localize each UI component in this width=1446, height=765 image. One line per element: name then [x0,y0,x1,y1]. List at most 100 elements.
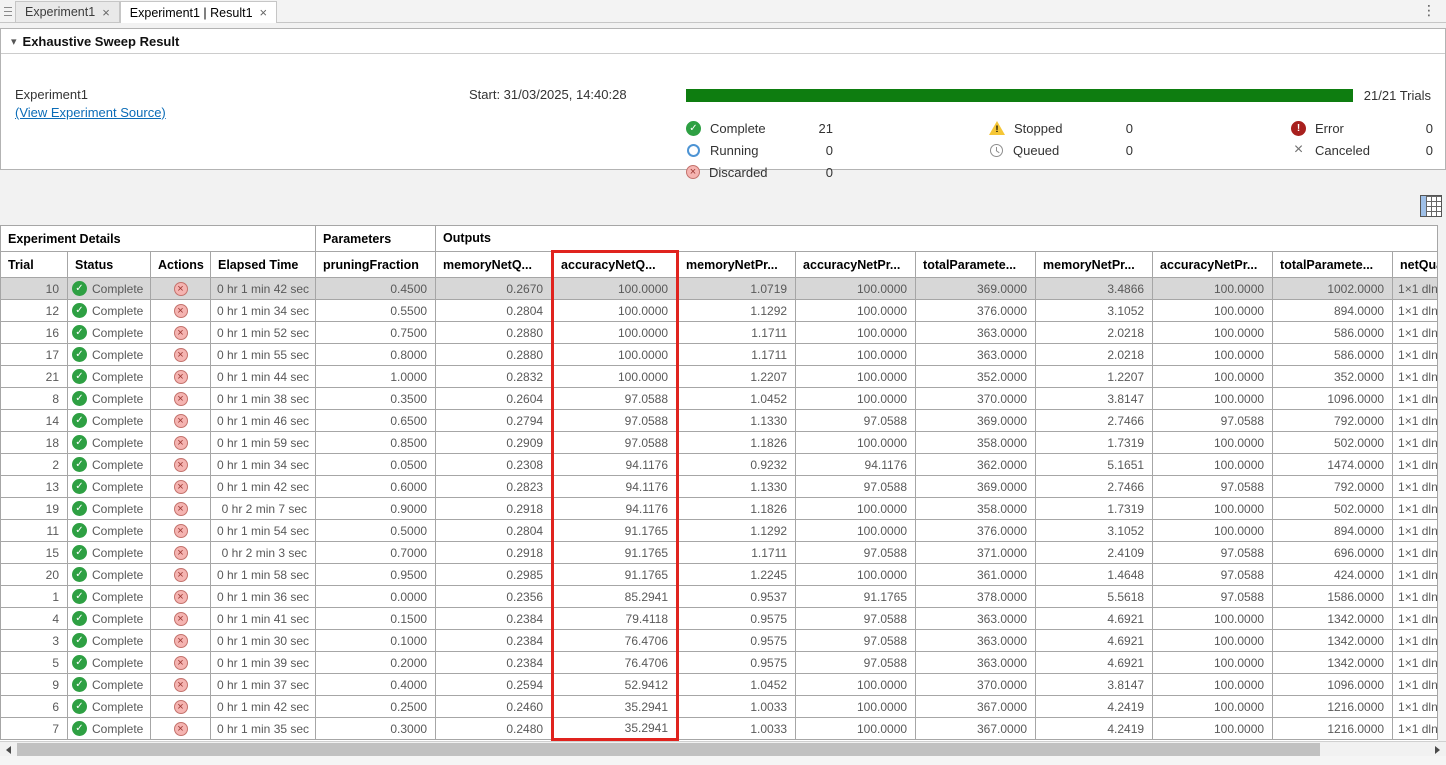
table-row-trial-5[interactable]: 5✓Complete×0 hr 1 min 39 sec0.20000.2384… [1,652,1438,674]
table-row-trial-13[interactable]: 13✓Complete×0 hr 1 min 42 sec0.60000.282… [1,476,1438,498]
complete-icon: ✓ [72,589,87,604]
tab-close-icon[interactable]: × [102,6,110,19]
cell-status: ✓Complete [68,674,151,696]
discard-icon[interactable]: × [174,678,188,692]
table-row-trial-11[interactable]: 11✓Complete×0 hr 1 min 54 sec0.50000.280… [1,520,1438,542]
table-row-trial-19[interactable]: 19✓Complete×0 hr 2 min 7 sec0.90000.2918… [1,498,1438,520]
view-experiment-source-link[interactable]: (View Experiment Source) [15,105,166,120]
cell-totalparamete: 352.0000 [1273,366,1393,388]
cell-actions: × [151,476,211,498]
discard-icon[interactable]: × [686,165,700,179]
discard-icon[interactable]: × [174,370,188,384]
scroll-left-arrow-icon[interactable] [0,742,16,757]
table-row-trial-9[interactable]: 9✓Complete×0 hr 1 min 37 sec0.40000.2594… [1,674,1438,696]
table-row-trial-15[interactable]: 15✓Complete×0 hr 2 min 3 sec0.70000.2918… [1,542,1438,564]
column-header-netquant[interactable]: netQuant... [1393,252,1438,278]
column-header-accuracynetpr[interactable]: accuracyNetPr... [796,252,916,278]
table-row-trial-1[interactable]: 1✓Complete×0 hr 1 min 36 sec0.00000.2356… [1,586,1438,608]
column-header-pruningfraction[interactable]: pruningFraction [316,252,436,278]
column-header-totalparamete[interactable]: totalParamete... [916,252,1036,278]
discard-icon[interactable]: × [174,546,188,560]
cell-accuracynetq: 35.2941 [553,696,678,718]
discard-icon[interactable]: × [174,348,188,362]
table-row-trial-18[interactable]: 18✓Complete×0 hr 1 min 59 sec0.85000.290… [1,432,1438,454]
cell-accuracynetq: 91.1765 [553,564,678,586]
status-count: 0 [1395,121,1433,136]
table-row-trial-6[interactable]: 6✓Complete×0 hr 1 min 42 sec0.25000.2460… [1,696,1438,718]
cell-pruningfraction: 0.0000 [316,586,436,608]
table-row-trial-21[interactable]: 21✓Complete×0 hr 1 min 44 sec1.00000.283… [1,366,1438,388]
cell-actions: × [151,432,211,454]
table-row-trial-17[interactable]: 17✓Complete×0 hr 1 min 55 sec0.80000.288… [1,344,1438,366]
cell-status: ✓Complete [68,432,151,454]
column-header-trial[interactable]: Trial [1,252,68,278]
column-header-totalparamete[interactable]: totalParamete... [1273,252,1393,278]
table-row-trial-14[interactable]: 14✓Complete×0 hr 1 min 46 sec0.65000.279… [1,410,1438,432]
discard-icon[interactable]: × [174,634,188,648]
cell-totalparamete: 369.0000 [916,410,1036,432]
scroll-right-arrow-icon[interactable] [1429,742,1445,757]
discard-icon[interactable]: × [174,656,188,670]
discard-icon[interactable]: × [174,326,188,340]
discard-icon[interactable]: × [174,612,188,626]
cell-totalparamete: 376.0000 [916,300,1036,322]
column-header-memorynetq[interactable]: memoryNetQ... [436,252,553,278]
cell-accuracynetq: 91.1765 [553,520,678,542]
status-text: Complete [92,458,143,472]
discard-icon[interactable]: × [174,590,188,604]
discard-icon[interactable]: × [174,392,188,406]
kebab-menu-icon[interactable]: ⋮ [1422,2,1436,19]
cell-actions: × [151,630,211,652]
bottom-strip [0,756,1446,765]
tab-experiment1-result1[interactable]: Experiment1 | Result1 × [120,1,277,23]
cell-totalparamete: 894.0000 [1273,300,1393,322]
cell-totalparamete: 1342.0000 [1273,630,1393,652]
column-header-actions[interactable]: Actions [151,252,211,278]
panel-header[interactable]: ▾ Exhaustive Sweep Result [1,29,1445,54]
table-row-trial-12[interactable]: 12✓Complete×0 hr 1 min 34 sec0.55000.280… [1,300,1438,322]
cell-totalparamete: 363.0000 [916,652,1036,674]
scrollbar-thumb[interactable] [17,743,1320,756]
discard-icon[interactable]: × [174,480,188,494]
cell-totalparamete: 369.0000 [916,476,1036,498]
discard-icon[interactable]: × [174,436,188,450]
discard-icon[interactable]: × [174,524,188,538]
tab-close-icon[interactable]: × [260,6,268,19]
column-header-accuracynetq[interactable]: accuracyNetQ... [553,252,678,278]
table-row-trial-10[interactable]: 10✓Complete×0 hr 1 min 42 sec0.45000.267… [1,278,1438,300]
discard-icon[interactable]: × [174,414,188,428]
tab-grip-icon[interactable] [0,0,15,22]
table-columns-icon[interactable] [1420,195,1442,217]
discard-icon[interactable]: × [174,722,188,736]
column-header-accuracynetpr[interactable]: accuracyNetPr... [1153,252,1273,278]
cell-pruningfraction: 0.1000 [316,630,436,652]
table-row-trial-3[interactable]: 3✓Complete×0 hr 1 min 30 sec0.10000.2384… [1,630,1438,652]
horizontal-scrollbar[interactable] [0,741,1446,756]
table-row-trial-8[interactable]: 8✓Complete×0 hr 1 min 38 sec0.35000.2604… [1,388,1438,410]
cell-accuracynetpr: 100.0000 [1153,322,1273,344]
table-row-trial-7[interactable]: 7✓Complete×0 hr 1 min 35 sec0.30000.2480… [1,718,1438,740]
cell-pruningfraction: 0.9500 [316,564,436,586]
table-row-trial-4[interactable]: 4✓Complete×0 hr 1 min 41 sec0.15000.2384… [1,608,1438,630]
column-header-status[interactable]: Status [68,252,151,278]
collapse-triangle-icon[interactable]: ▾ [11,35,17,48]
tab-experiment1[interactable]: Experiment1 × [15,1,120,22]
table-row-trial-2[interactable]: 2✓Complete×0 hr 1 min 34 sec0.05000.2308… [1,454,1438,476]
discard-icon[interactable]: × [174,700,188,714]
discard-icon[interactable]: × [174,502,188,516]
column-header-memorynetpr[interactable]: memoryNetPr... [678,252,796,278]
discard-icon[interactable]: × [174,458,188,472]
table-row-trial-20[interactable]: 20✓Complete×0 hr 1 min 58 sec0.95000.298… [1,564,1438,586]
discard-icon[interactable]: × [174,568,188,582]
cell-elapsed-time: 0 hr 1 min 38 sec [211,388,316,410]
column-header-memorynetpr[interactable]: memoryNetPr... [1036,252,1153,278]
table-row-trial-16[interactable]: 16✓Complete×0 hr 1 min 52 sec0.75000.288… [1,322,1438,344]
complete-icon: ✓ [72,545,87,560]
cell-memorynetq: 0.2918 [436,542,553,564]
cell-accuracynetpr: 100.0000 [796,388,916,410]
cell-netquant: 1×1 dlne [1393,718,1438,740]
discard-icon[interactable]: × [174,282,188,296]
discard-icon[interactable]: × [174,304,188,318]
column-header-elapsedtime[interactable]: Elapsed Time [211,252,316,278]
cell-accuracynetq: 100.0000 [553,366,678,388]
